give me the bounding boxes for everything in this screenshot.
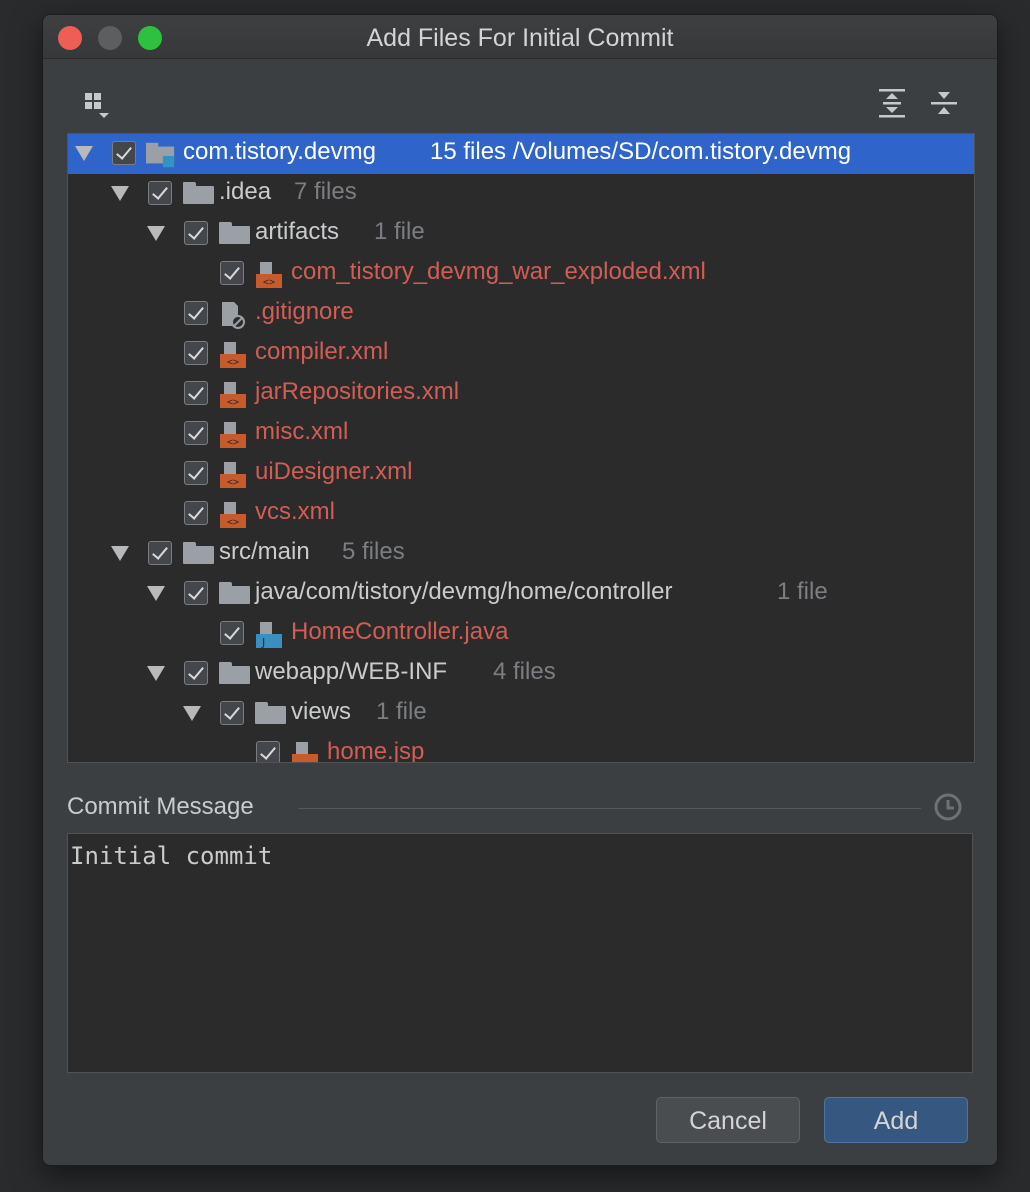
- jsp-file-icon: [292, 742, 318, 762]
- tree-row-file[interactable]: <> vcs.xml: [68, 494, 974, 534]
- tree-row-folder[interactable]: webapp/WEB-INF 4 files: [68, 654, 974, 694]
- expand-arrow-icon[interactable]: [111, 186, 129, 201]
- checkbox[interactable]: [112, 141, 136, 165]
- commit-message-label: Commit Message: [67, 793, 254, 820]
- title-bar: Add Files For Initial Commit: [43, 15, 997, 59]
- collapse-all-icon[interactable]: [929, 87, 959, 119]
- tree-row-label: jarRepositories.xml: [255, 378, 460, 405]
- tree-row-label: com_tistory_devmg_war_exploded.xml: [291, 258, 706, 285]
- tree-row-file[interactable]: <> uiDesigner.xml: [68, 454, 974, 494]
- checkbox[interactable]: [148, 541, 172, 565]
- group-by-icon[interactable]: [83, 91, 119, 123]
- xml-file-icon: <>: [220, 382, 246, 408]
- ignore-file-icon: [222, 302, 245, 329]
- tree-row-folder[interactable]: views 1 file: [68, 694, 974, 734]
- tree-row-label: java/com/tistory/devmg/home/controller: [255, 578, 673, 605]
- expand-arrow-icon[interactable]: [147, 226, 165, 241]
- folder-icon: [219, 582, 250, 604]
- tree-row-count: 1 file: [374, 218, 425, 245]
- svg-text:J: J: [261, 636, 265, 649]
- checkbox[interactable]: [184, 301, 208, 325]
- tree-row-label: HomeController.java: [291, 618, 509, 645]
- tree-row-file[interactable]: <> compiler.xml: [68, 334, 974, 374]
- tree-row-count: 5 files: [342, 538, 405, 565]
- checkbox[interactable]: [148, 181, 172, 205]
- expand-all-icon[interactable]: [877, 87, 907, 119]
- tree-row-folder[interactable]: .idea 7 files: [68, 174, 974, 214]
- separator: [298, 808, 921, 809]
- xml-file-icon: <>: [220, 422, 246, 448]
- tree-row-root[interactable]: com.tistory.devmg 15 files /Volumes/SD/c…: [68, 134, 974, 174]
- dialog-window: Add Files For Initial Commit com.tistory…: [42, 14, 998, 1166]
- checkbox[interactable]: [184, 341, 208, 365]
- tree-row-label: .idea: [219, 178, 272, 205]
- tree-row-label: artifacts: [255, 218, 340, 245]
- tree-row-file[interactable]: <> jarRepositories.xml: [68, 374, 974, 414]
- checkbox[interactable]: [184, 221, 208, 245]
- tree-row-folder[interactable]: java/com/tistory/devmg/home/controller 1…: [68, 574, 974, 614]
- tree-row-label: uiDesigner.xml: [255, 458, 413, 485]
- svg-text:<>: <>: [227, 517, 239, 528]
- checkbox[interactable]: [184, 421, 208, 445]
- expand-arrow-icon[interactable]: [111, 546, 129, 561]
- checkbox[interactable]: [220, 701, 244, 725]
- tree-row-label: vcs.xml: [255, 498, 335, 525]
- xml-file-icon: <>: [220, 502, 246, 528]
- tree-row-label: views: [291, 698, 352, 725]
- xml-file-icon: <>: [220, 342, 246, 368]
- tree-row-label: src/main: [219, 538, 310, 565]
- checkbox[interactable]: [184, 461, 208, 485]
- cancel-button[interactable]: Cancel: [656, 1097, 800, 1143]
- module-folder-icon: [146, 142, 175, 168]
- tree-row-file[interactable]: home.jsp: [68, 734, 974, 763]
- tree-row-folder[interactable]: src/main 5 files: [68, 534, 974, 574]
- checkbox[interactable]: [184, 501, 208, 525]
- tree-row-label: home.jsp: [327, 738, 425, 763]
- tree-row-label: com.tistory.devmg: [183, 138, 376, 165]
- checkbox[interactable]: [220, 261, 244, 285]
- commit-message-input[interactable]: Initial commit: [67, 833, 973, 1073]
- svg-text:<>: <>: [227, 397, 239, 408]
- folder-icon: [219, 222, 250, 244]
- checkbox[interactable]: [184, 381, 208, 405]
- tree-row-count: 7 files: [294, 178, 357, 205]
- tree-row-label: compiler.xml: [255, 338, 389, 365]
- expand-arrow-icon[interactable]: [75, 146, 93, 161]
- folder-icon: [183, 542, 214, 564]
- history-icon[interactable]: [933, 792, 963, 822]
- tree-row-count: 4 files: [493, 658, 556, 685]
- window-title: Add Files For Initial Commit: [366, 24, 674, 52]
- svg-text:<>: <>: [227, 477, 239, 488]
- tree-row-label: webapp/WEB-INF: [255, 658, 448, 685]
- changes-tree[interactable]: com.tistory.devmg 15 files /Volumes/SD/c…: [67, 133, 975, 763]
- checkbox[interactable]: [256, 741, 280, 762]
- tree-row-count: 1 file: [376, 698, 427, 725]
- tree-row-count: 1 file: [777, 578, 828, 605]
- expand-arrow-icon[interactable]: [147, 666, 165, 681]
- folder-icon: [183, 182, 214, 204]
- xml-file-icon: <>: [256, 262, 282, 288]
- expand-arrow-icon[interactable]: [147, 586, 165, 601]
- folder-icon: [255, 702, 286, 724]
- checkbox[interactable]: [184, 581, 208, 605]
- tree-row-file[interactable]: <> misc.xml: [68, 414, 974, 454]
- tree-row-folder[interactable]: artifacts 1 file: [68, 214, 974, 254]
- checkbox[interactable]: [184, 661, 208, 685]
- java-file-icon: J: [256, 622, 282, 649]
- svg-text:<>: <>: [227, 437, 239, 448]
- folder-icon: [219, 662, 250, 684]
- checkbox[interactable]: [220, 621, 244, 645]
- add-button[interactable]: Add: [824, 1097, 968, 1143]
- xml-file-icon: <>: [220, 462, 246, 488]
- svg-text:<>: <>: [263, 277, 275, 288]
- expand-arrow-icon[interactable]: [183, 706, 201, 721]
- svg-text:<>: <>: [227, 357, 239, 368]
- tree-row-file[interactable]: .gitignore: [68, 294, 974, 334]
- tree-row-file[interactable]: J HomeController.java: [68, 614, 974, 654]
- tree-row-file[interactable]: <> com_tistory_devmg_war_exploded.xml: [68, 254, 974, 294]
- tree-row-label: misc.xml: [255, 418, 349, 445]
- tree-row-label: .gitignore: [255, 298, 354, 325]
- tree-row-count: 15 files /Volumes/SD/com.tistory.devmg: [430, 138, 852, 165]
